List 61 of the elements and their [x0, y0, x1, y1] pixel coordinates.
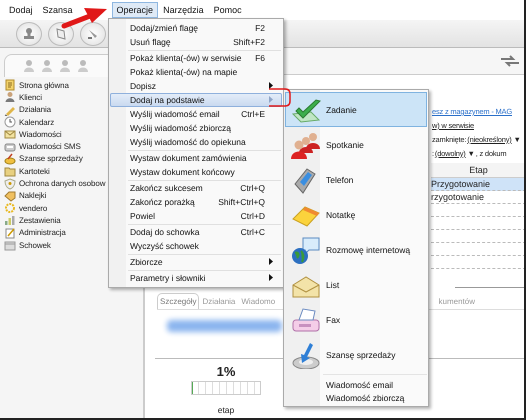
menu-item[interactable]: Wyślij wiadomość do opiekuna — [110, 135, 282, 149]
menu-item[interactable]: Wyślij wiadomość email Ctrl+E — [110, 107, 282, 121]
sidebar-item[interactable]: Wiadomości — [19, 130, 62, 139]
menu-item[interactable]: Wiadomość zbiorczą — [285, 391, 427, 404]
sidebar-item[interactable]: Administracja — [19, 228, 66, 238]
sidebar-item[interactable]: Naklejki — [19, 191, 46, 200]
menu-item[interactable]: Notatkę — [285, 197, 427, 232]
sidebar-item[interactable]: Ochrona danych osobow — [19, 179, 106, 188]
menu-item[interactable]: Fax — [285, 302, 427, 337]
sidebar-item[interactable]: Klienci — [19, 92, 42, 102]
menu-item[interactable]: Wystaw dokument zamówienia — [110, 151, 282, 165]
menu-item[interactable]: Zakończ porażką Shift+Ctrl+Q — [110, 195, 282, 209]
shortcut-label: Ctrl+D — [240, 211, 265, 221]
menu-item[interactable]: Wiadomość email — [285, 378, 427, 391]
menu-item[interactable]: Parametry i słowniki — [110, 271, 282, 285]
sidebar-item[interactable]: vendero — [19, 204, 48, 213]
menu-item[interactable]: Szansę sprzedaży — [285, 337, 427, 372]
shortcut-label: Ctrl+Q — [240, 183, 265, 193]
sidebar-item[interactable]: Schowek — [19, 240, 51, 250]
menu-item[interactable]: List — [285, 267, 427, 302]
menu-item[interactable]: Zbiorcze — [110, 255, 282, 269]
shortcut-label: F2 — [255, 23, 265, 33]
menu-item[interactable]: Wyczyść schowek — [110, 239, 282, 253]
sidebar-item[interactable]: Szanse sprzedaży — [19, 154, 83, 164]
menu-item[interactable]: Pokaż klienta(-ów) w serwisie F6 — [110, 51, 282, 65]
column-header[interactable]: Etap — [431, 163, 524, 178]
menu-item[interactable]: Narzędzia — [158, 2, 209, 18]
menu-item[interactable]: Powiel Ctrl+D — [110, 209, 282, 223]
menu-item[interactable]: Rozmowę internetową — [285, 232, 427, 267]
shortcut-label: Ctrl+E — [241, 109, 265, 119]
table-cell: rzygotowanie — [431, 190, 524, 204]
menu-item[interactable]: Wyślij wiadomość zbiorczą — [110, 121, 282, 135]
menu-item[interactable]: Dodaj/zmień flagę F2 — [110, 21, 282, 35]
menu-item[interactable]: Wystaw dokument końcowy — [110, 165, 282, 179]
shortcut-label: Shift+F2 — [233, 37, 265, 47]
menu-item[interactable]: Dodaj do schowka Ctrl+C — [110, 225, 282, 239]
menu-item[interactable]: Dodaj — [4, 2, 38, 18]
menu-item[interactable]: Zakończ sukcesem Ctrl+Q — [110, 181, 282, 195]
menu-item[interactable]: Pomoc — [208, 2, 247, 18]
shortcut-label: Ctrl+C — [240, 227, 265, 237]
menu-item[interactable]: Spotkanie — [285, 127, 427, 162]
progress-reading: 1% — [216, 364, 236, 379]
sidebar-item[interactable]: Kalendarz — [19, 118, 54, 127]
tab[interactable]: Szczegóły — [157, 293, 200, 309]
menu-item[interactable]: Operacje — [112, 2, 158, 18]
shortcut-label: Shift+Ctrl+Q — [218, 197, 265, 207]
menu-item[interactable]: Usuń flagę Shift+F2 — [110, 35, 282, 49]
menu-item[interactable]: Szansa — [38, 2, 78, 18]
shortcut-label: F6 — [255, 53, 265, 63]
table-cell: Przygotowanie — [431, 178, 524, 190]
menu-item[interactable]: Dodaj na podstawie — [110, 93, 282, 107]
sidebar-item[interactable]: Kartoteki — [19, 166, 50, 176]
menu-item[interactable]: Pokaż klienta(-ów) na mapie — [110, 65, 282, 79]
sidebar-item[interactable]: Działania — [19, 105, 52, 114]
progress-caption: etap — [218, 405, 234, 415]
menu-item[interactable]: Zadanie — [285, 92, 427, 127]
menu-item[interactable]: Telefon — [285, 162, 427, 197]
sidebar-item[interactable]: Zestawienia — [19, 216, 61, 225]
sidebar-item[interactable]: Strona główna — [19, 80, 69, 90]
sidebar-item[interactable]: Wiadomości SMS — [19, 142, 81, 152]
menu-item[interactable]: Dopisz — [110, 79, 282, 93]
